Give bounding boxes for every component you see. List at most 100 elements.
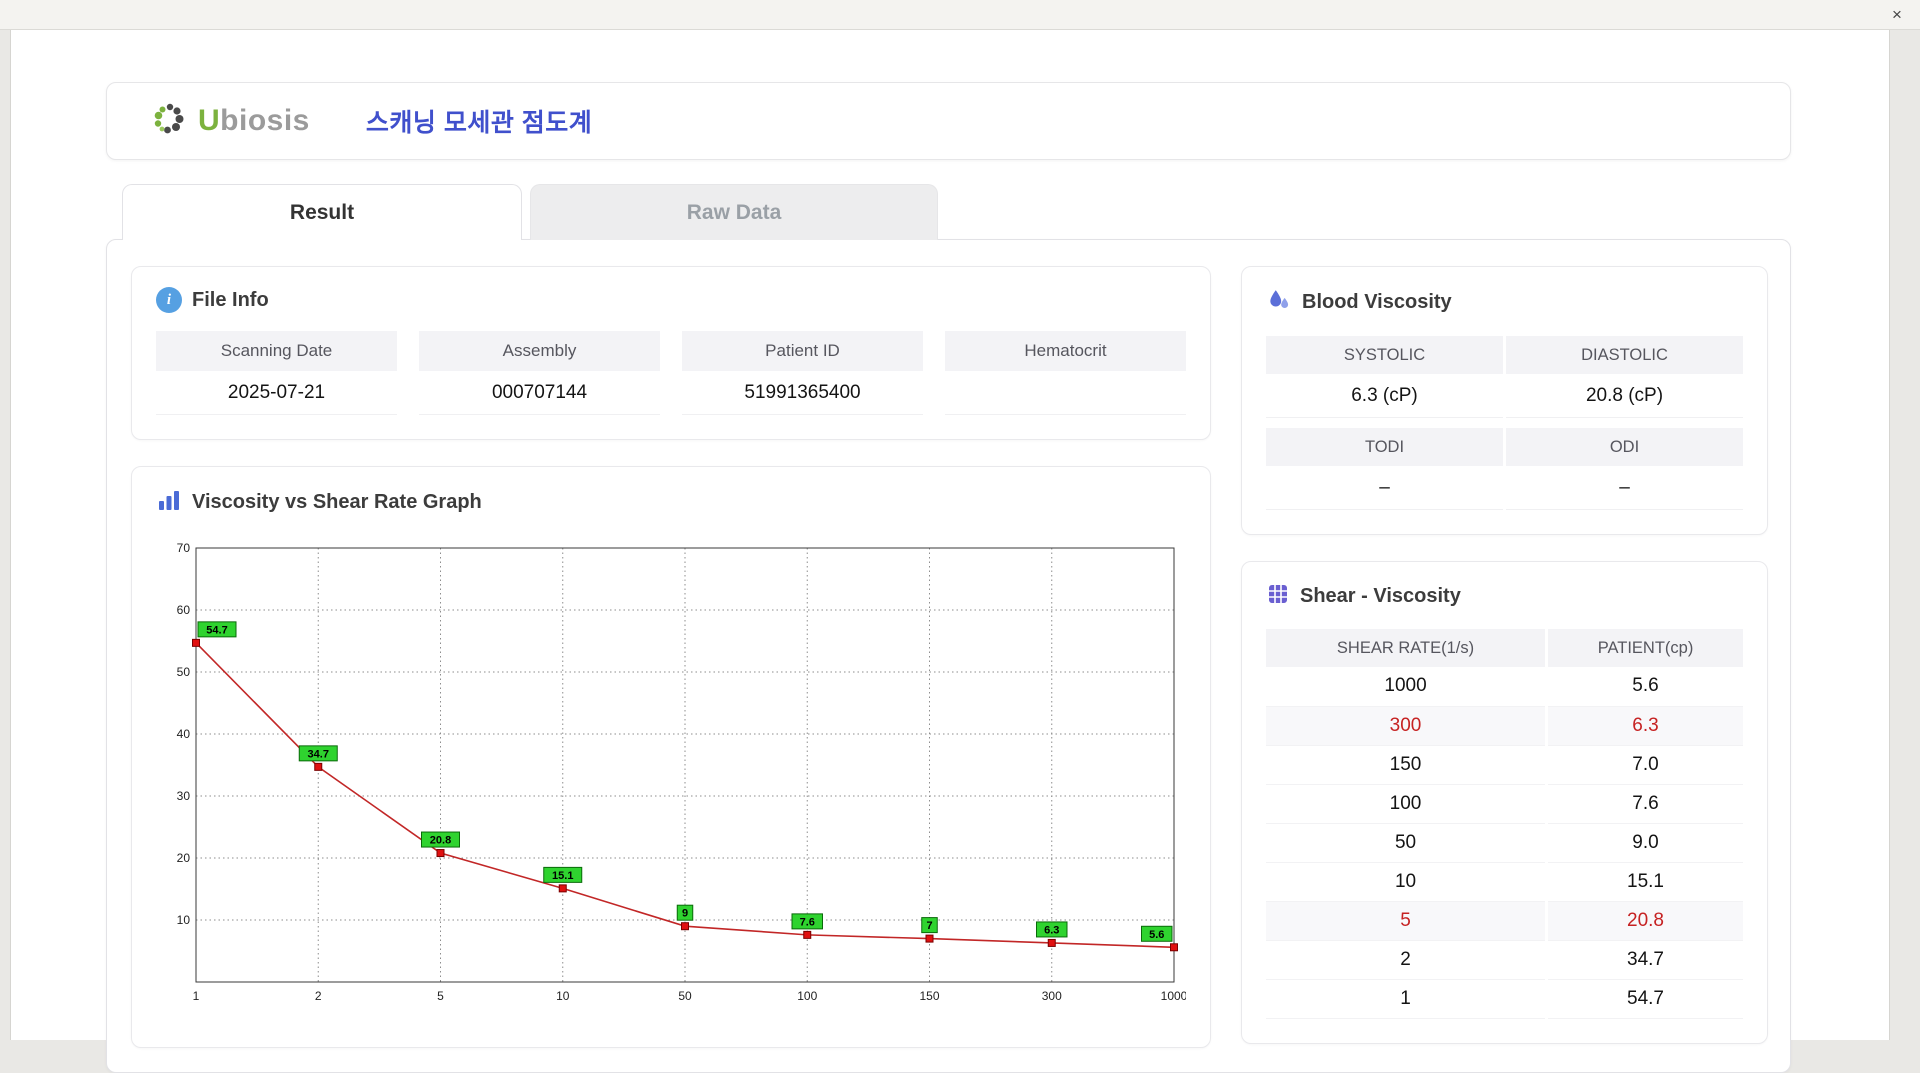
logo-text-u: U <box>198 104 220 137</box>
file-info-title: File Info <box>192 289 269 312</box>
shear-rate-cell: 1000 <box>1266 667 1547 706</box>
svg-text:5: 5 <box>437 989 444 1003</box>
droplet-icon <box>1266 287 1292 318</box>
field-value: 2025-07-21 <box>156 371 397 415</box>
blood-viscosity-grid: SYSTOLIC DIASTOLIC 6.3 (cP) 20.8 (cP) TO… <box>1266 336 1743 510</box>
patient-cell: 9.0 <box>1547 823 1743 862</box>
logo-text-rest: biosis <box>220 104 310 137</box>
logo-text: Ubiosis <box>198 104 310 138</box>
odi-label: ODI <box>1506 428 1743 466</box>
svg-text:150: 150 <box>919 989 939 1003</box>
svg-text:50: 50 <box>177 665 191 679</box>
table-row: 1007.6 <box>1266 784 1743 823</box>
patient-cell: 20.8 <box>1547 901 1743 940</box>
patient-cell: 7.0 <box>1547 745 1743 784</box>
file-info-card: i File Info Scanning Date 2025-07-21 Ass… <box>131 266 1211 440</box>
svg-text:20.8: 20.8 <box>430 835 451 847</box>
patient-cell: 54.7 <box>1547 979 1743 1018</box>
app-title: 스캐닝 모세관 점도계 <box>366 103 592 139</box>
graph-title: Viscosity vs Shear Rate Graph <box>192 491 482 514</box>
shear-viscosity-title: Shear - Viscosity <box>1300 585 1461 608</box>
table-row: 520.8 <box>1266 901 1743 940</box>
field-assembly: Assembly 000707144 <box>419 331 660 415</box>
viscosity-chart: 102030405060701251050100150300100054.734… <box>156 536 1186 1018</box>
app-header: Ubiosis 스캐닝 모세관 점도계 <box>106 82 1791 160</box>
field-value <box>945 371 1186 415</box>
col-shear-rate: SHEAR RATE(1/s) <box>1266 629 1547 667</box>
svg-text:10: 10 <box>556 989 570 1003</box>
table-row: 3006.3 <box>1266 706 1743 745</box>
viscosity-graph-card: Viscosity vs Shear Rate Graph 1020304050… <box>131 466 1211 1048</box>
svg-text:70: 70 <box>177 541 191 555</box>
shear-viscosity-card: Shear - Viscosity SHEAR RATE(1/s) PATIEN… <box>1241 561 1768 1044</box>
logo-dots-icon <box>149 99 191 144</box>
table-row: 1015.1 <box>1266 862 1743 901</box>
shear-rate-cell: 100 <box>1266 784 1547 823</box>
close-icon[interactable]: × <box>1886 4 1908 26</box>
svg-text:30: 30 <box>177 789 191 803</box>
field-label: Hematocrit <box>945 331 1186 371</box>
blood-viscosity-title: Blood Viscosity <box>1302 291 1452 314</box>
field-patient-id: Patient ID 51991365400 <box>682 331 923 415</box>
info-icon: i <box>156 287 182 313</box>
ubiosis-logo: Ubiosis <box>149 99 310 144</box>
patient-cell: 15.1 <box>1547 862 1743 901</box>
field-value: 51991365400 <box>682 371 923 415</box>
blood-viscosity-card: Blood Viscosity SYSTOLIC DIASTOLIC 6.3 (… <box>1241 266 1768 535</box>
systolic-value: 6.3 (cP) <box>1266 374 1503 418</box>
tab-bar: Result Raw Data <box>106 184 1791 240</box>
svg-text:50: 50 <box>678 989 692 1003</box>
file-info-fields: Scanning Date 2025-07-21 Assembly 000707… <box>156 331 1186 415</box>
tab-result[interactable]: Result <box>122 184 522 240</box>
shear-rate-cell: 150 <box>1266 745 1547 784</box>
app-page: Ubiosis 스캐닝 모세관 점도계 Result Raw Data i Fi… <box>10 30 1890 1040</box>
svg-text:5.6: 5.6 <box>1149 929 1164 941</box>
field-scanning-date: Scanning Date 2025-07-21 <box>156 331 397 415</box>
field-value: 000707144 <box>419 371 660 415</box>
svg-text:6.3: 6.3 <box>1044 924 1059 936</box>
table-icon <box>1266 582 1290 611</box>
odi-value: – <box>1506 466 1743 510</box>
svg-text:1: 1 <box>193 989 200 1003</box>
tab-raw-data[interactable]: Raw Data <box>530 184 938 240</box>
svg-text:10: 10 <box>177 913 191 927</box>
svg-text:54.7: 54.7 <box>206 624 227 636</box>
shear-rate-cell: 50 <box>1266 823 1547 862</box>
svg-text:1000: 1000 <box>1161 989 1186 1003</box>
table-row: 234.7 <box>1266 940 1743 979</box>
svg-text:60: 60 <box>177 603 191 617</box>
svg-text:9: 9 <box>682 908 688 920</box>
field-label: Assembly <box>419 331 660 371</box>
window-titlebar: × <box>0 0 1920 30</box>
patient-cell: 34.7 <box>1547 940 1743 979</box>
svg-text:7.6: 7.6 <box>800 916 815 928</box>
svg-text:300: 300 <box>1042 989 1062 1003</box>
systolic-label: SYSTOLIC <box>1266 336 1503 374</box>
diastolic-label: DIASTOLIC <box>1506 336 1743 374</box>
table-row: 154.7 <box>1266 979 1743 1018</box>
field-hematocrit: Hematocrit <box>945 331 1186 415</box>
svg-text:34.7: 34.7 <box>308 748 329 760</box>
todi-value: – <box>1266 466 1503 510</box>
patient-cell: 5.6 <box>1547 667 1743 706</box>
right-column: Blood Viscosity SYSTOLIC DIASTOLIC 6.3 (… <box>1241 266 1768 1048</box>
svg-text:7: 7 <box>926 920 932 932</box>
table-row: 509.0 <box>1266 823 1743 862</box>
result-panel: i File Info Scanning Date 2025-07-21 Ass… <box>106 239 1791 1073</box>
left-column: i File Info Scanning Date 2025-07-21 Ass… <box>131 266 1211 1048</box>
patient-cell: 7.6 <box>1547 784 1743 823</box>
shear-rate-cell: 2 <box>1266 940 1547 979</box>
shear-rate-cell: 5 <box>1266 901 1547 940</box>
col-patient: PATIENT(cp) <box>1547 629 1743 667</box>
svg-text:100: 100 <box>797 989 817 1003</box>
shear-rate-cell: 10 <box>1266 862 1547 901</box>
shear-rate-cell: 300 <box>1266 706 1547 745</box>
bar-chart-icon <box>156 487 182 518</box>
shear-viscosity-table: SHEAR RATE(1/s) PATIENT(cp) 10005.6 3006… <box>1266 629 1743 1019</box>
shear-rate-cell: 1 <box>1266 979 1547 1018</box>
todi-label: TODI <box>1266 428 1503 466</box>
svg-text:40: 40 <box>177 727 191 741</box>
svg-text:2: 2 <box>315 989 322 1003</box>
table-row: 1507.0 <box>1266 745 1743 784</box>
field-label: Patient ID <box>682 331 923 371</box>
